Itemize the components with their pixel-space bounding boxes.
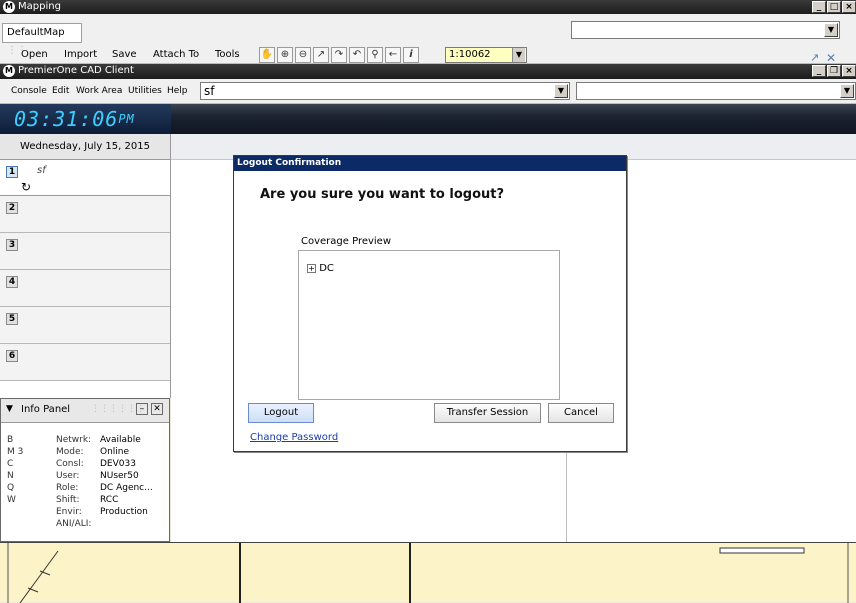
clock-ampm: PM	[118, 112, 135, 126]
zoom-in-icon[interactable]: ⊕	[277, 47, 293, 63]
undo-icon[interactable]: ↶	[349, 47, 365, 63]
map-canvas[interactable]	[0, 542, 856, 603]
minimize-icon[interactable]: –	[136, 403, 148, 415]
clock-display: 03:31:06PM	[0, 104, 171, 134]
close-icon[interactable]: ×	[842, 1, 856, 13]
logout-dialog: Logout Confirmation Are you sure you wan…	[233, 155, 627, 452]
coverage-tree[interactable]: + DC	[298, 250, 560, 400]
cancel-button[interactable]: Cancel	[548, 403, 614, 423]
slot-label: sf	[37, 165, 46, 176]
zoom-out-icon[interactable]: ⊖	[295, 47, 311, 63]
minimize-icon[interactable]: _	[812, 1, 826, 13]
collapse-triangle-icon[interactable]: ▼	[6, 404, 13, 414]
pan-hand-icon[interactable]: ✋	[259, 47, 275, 63]
transfer-session-button[interactable]: Transfer Session	[434, 403, 541, 423]
info-panel-title: Info Panel	[21, 404, 71, 415]
coverage-preview-label: Coverage Preview	[301, 236, 392, 247]
menu-console[interactable]: Console	[11, 79, 47, 103]
slot-1[interactable]: 1 sf ↻	[0, 160, 170, 196]
header-bar	[171, 104, 856, 134]
slot-number: 1	[6, 166, 18, 178]
slot-number: 5	[6, 313, 18, 325]
mapping-window-controls: _ □ ×	[811, 0, 856, 14]
map-lines	[7, 543, 849, 603]
cad-title: PremierOne CAD Client	[18, 65, 134, 76]
logout-question: Are you sure you want to logout?	[260, 187, 505, 202]
maximize-icon[interactable]: □	[827, 1, 841, 13]
slot-6[interactable]: 6	[0, 344, 170, 381]
chevron-down-icon[interactable]: ▼	[554, 84, 568, 98]
menu-edit[interactable]: Edit	[52, 79, 69, 103]
chevron-down-icon[interactable]: ▼	[512, 48, 525, 62]
undock-icon[interactable]: ↗	[810, 51, 819, 64]
command-line-input[interactable]: sf ▼	[200, 82, 570, 100]
cad-titlebar: M PremierOne CAD Client _ ❐ ×	[0, 64, 856, 79]
menu-import[interactable]: Import	[64, 47, 97, 63]
info-panel: ▼ Info Panel ⋮⋮⋮⋮⋮⋮ – ✕ B M 3 C N Q W Ne…	[0, 398, 170, 542]
info-letters: B M 3 C N Q W	[7, 435, 24, 505]
menu-tools[interactable]: Tools	[215, 47, 240, 63]
find-icon[interactable]: ⚲	[367, 47, 383, 63]
mapping-toolbar-area: DefaultMap ⋮⋮ ▼ Open Import Save Attach …	[0, 14, 856, 65]
slot-number: 6	[6, 350, 18, 362]
expand-plus-icon[interactable]: +	[307, 264, 316, 273]
chevron-down-icon[interactable]: ▼	[840, 84, 854, 98]
secondary-combo[interactable]: ▼	[576, 82, 856, 100]
minimize-icon[interactable]: _	[812, 65, 826, 77]
motorola-logo-icon: M	[3, 65, 15, 77]
info-keys: Netwrk: Mode: Consl: User: Role: Shift: …	[56, 435, 92, 529]
restore-icon[interactable]: ❐	[827, 65, 841, 77]
logout-button[interactable]: Logout	[248, 403, 314, 423]
slot-number: 4	[6, 276, 18, 288]
back-arrow-icon[interactable]: ←	[385, 47, 401, 63]
tree-node-dc[interactable]: + DC	[307, 263, 334, 274]
menu-open[interactable]: Open	[21, 47, 48, 63]
slot-list: 1 sf ↻ 2 3 4 5 6	[0, 160, 171, 398]
info-icon[interactable]: i	[403, 47, 419, 63]
info-values: Available Online DEV033 NUser50 DC Agenc…	[100, 435, 153, 517]
mapping-title: Mapping	[18, 1, 61, 12]
close-icon[interactable]: ×	[842, 65, 856, 77]
menu-help[interactable]: Help	[167, 79, 188, 103]
info-panel-header: ▼ Info Panel ⋮⋮⋮⋮⋮⋮ – ✕	[1, 399, 169, 423]
slot-2[interactable]: 2	[0, 196, 170, 233]
slot-number: 2	[6, 202, 18, 214]
slot-number: 3	[6, 239, 18, 251]
menu-work-area[interactable]: Work Area	[76, 79, 122, 103]
menu-utilities[interactable]: Utilities	[128, 79, 162, 103]
slot-3[interactable]: 3	[0, 233, 170, 270]
cad-window-controls: _ ❐ ×	[811, 64, 856, 78]
mapping-titlebar: M Mapping _ □ ×	[0, 0, 856, 14]
menu-attach-to[interactable]: Attach To	[153, 47, 199, 63]
close-panel-icon[interactable]: ✕	[826, 51, 836, 65]
change-password-link[interactable]: Change Password	[250, 432, 338, 443]
slot-5[interactable]: 5	[0, 307, 170, 344]
redo-icon[interactable]: ↷	[331, 47, 347, 63]
refresh-icon[interactable]: ↻	[21, 180, 31, 194]
menu-save[interactable]: Save	[112, 47, 137, 63]
motorola-logo-icon: M	[3, 1, 15, 13]
cad-menubar: Console Edit Work Area Utilities Help sf…	[0, 79, 856, 104]
map-scale-select[interactable]: 1:10062 ▼	[445, 47, 527, 63]
date-display: Wednesday, July 15, 2015	[0, 134, 171, 160]
select-arrow-icon[interactable]: ↗	[313, 47, 329, 63]
dialog-title: Logout Confirmation	[234, 156, 626, 171]
map-search-combo[interactable]: ▼	[571, 21, 840, 39]
close-icon[interactable]: ✕	[151, 403, 163, 415]
slot-4[interactable]: 4	[0, 270, 170, 307]
map-tab-defaultmap[interactable]: DefaultMap ⋮⋮	[2, 23, 82, 56]
clock-time: 03:31:06	[14, 107, 119, 131]
chevron-down-icon[interactable]: ▼	[824, 23, 838, 37]
